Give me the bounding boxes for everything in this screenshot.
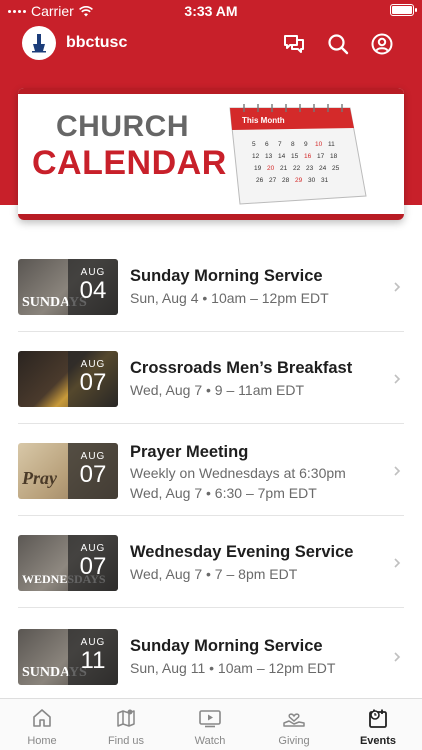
event-time: Wed, Aug 7 • 6:30 – 7pm EDT — [130, 485, 317, 501]
svg-text:25: 25 — [332, 165, 340, 172]
svg-text:7: 7 — [278, 141, 282, 148]
svg-text:30: 30 — [308, 177, 316, 184]
event-title: Sunday Morning Service — [130, 637, 323, 655]
event-title: Crossroads Men’s Breakfast — [130, 359, 353, 377]
event-date-badge: AUG 07 — [68, 535, 118, 591]
church-calendar-banner[interactable]: CHURCH CALENDAR This Month 5 6 7 8 9 10 11 12 1… — [18, 88, 404, 220]
giving-icon — [283, 713, 305, 727]
svg-text:5: 5 — [252, 141, 256, 148]
event-title: Sunday Morning Service — [130, 267, 323, 285]
calendar-icon — [369, 709, 387, 728]
svg-text:6: 6 — [265, 141, 269, 148]
tab-label: Home — [27, 735, 57, 747]
svg-text:15: 15 — [291, 153, 299, 160]
banner-title-line1: CHURCH — [56, 110, 189, 143]
svg-text:12: 12 — [252, 153, 260, 160]
svg-text:24: 24 — [319, 165, 327, 172]
banner-bottom-stripe — [18, 214, 404, 220]
church-logo-icon — [32, 34, 46, 53]
event-time: Sun, Aug 11 • 10am – 12pm EDT — [130, 660, 336, 676]
svg-text:18: 18 — [330, 153, 338, 160]
event-thumbnail: SUNDAYS AUG 04 — [18, 259, 118, 315]
search-icon[interactable] — [326, 32, 350, 56]
event-row[interactable]: AUG 07 Crossroads Men’s Breakfast Wed, A… — [18, 332, 404, 424]
event-thumbnail: SUNDAYS AUG 11 — [18, 629, 118, 685]
svg-text:26: 26 — [256, 177, 264, 184]
svg-text:10: 10 — [315, 141, 323, 148]
tab-home[interactable]: Home — [0, 699, 84, 750]
event-date-badge: AUG 11 — [68, 629, 118, 685]
calendar-header-text: This Month — [242, 116, 285, 125]
event-time: Sun, Aug 4 • 10am – 12pm EDT — [130, 290, 329, 306]
svg-text:29: 29 — [295, 177, 303, 184]
event-day: 07 — [79, 369, 107, 396]
svg-text:23: 23 — [306, 165, 314, 172]
svg-text:28: 28 — [282, 177, 290, 184]
event-row[interactable]: SUNDAYS AUG 11 Sunday Morning Service Su… — [18, 608, 404, 700]
event-row[interactable]: WEDNESDAYS AUG 07 Wednesday Evening Serv… — [18, 516, 404, 608]
svg-text:22: 22 — [293, 165, 301, 172]
event-thumbnail: AUG 07 — [18, 351, 118, 407]
event-date-badge: AUG 07 — [68, 351, 118, 407]
tab-find-us[interactable]: Find us — [84, 699, 168, 750]
svg-text:13: 13 — [265, 153, 273, 160]
event-time: Wed, Aug 7 • 9 – 11am EDT — [130, 382, 305, 398]
banner-title-line2: CALENDAR — [32, 144, 227, 182]
svg-text:21: 21 — [280, 165, 288, 172]
event-time: Wed, Aug 7 • 7 – 8pm EDT — [130, 566, 298, 582]
map-icon — [117, 709, 135, 727]
event-day: 07 — [79, 461, 107, 488]
event-title: Wednesday Evening Service — [130, 543, 354, 561]
svg-text:9: 9 — [304, 141, 308, 148]
svg-text:17: 17 — [317, 153, 325, 160]
svg-text:11: 11 — [328, 141, 335, 148]
status-time: 3:33 AM — [184, 3, 238, 19]
event-row[interactable]: Pray AUG 07 Prayer Meeting Weekly on Wed… — [18, 424, 404, 516]
event-thumbnail: Pray AUG 07 — [18, 443, 118, 499]
tab-label: Giving — [278, 735, 310, 747]
church-logo[interactable] — [22, 26, 56, 60]
bottom-tab-bar: Home Find us Watch Giving Events — [0, 698, 422, 750]
svg-text:8: 8 — [291, 141, 295, 148]
tab-watch[interactable]: Watch — [168, 699, 252, 750]
event-date-badge: AUG 04 — [68, 259, 118, 315]
desk-calendar-icon: This Month 5 6 7 8 9 10 11 12 13 14 15 16 17 18 19 20… — [229, 104, 367, 205]
app-bar: bbctusc — [0, 26, 422, 62]
tab-giving[interactable]: Giving — [252, 699, 336, 750]
chevron-right-icon — [394, 558, 401, 568]
event-day: 04 — [79, 277, 107, 304]
home-icon — [33, 709, 51, 727]
play-icon — [199, 710, 221, 728]
chevron-right-icon — [394, 374, 401, 384]
event-recurrence: Weekly on Wednesdays at 6:30pm — [130, 465, 346, 481]
svg-text:31: 31 — [321, 177, 329, 184]
chat-icon[interactable] — [282, 32, 306, 56]
chevron-right-icon — [394, 652, 401, 662]
profile-icon[interactable] — [370, 32, 394, 56]
battery-icon — [390, 4, 417, 16]
banner-top-stripe — [18, 88, 404, 94]
tab-events[interactable]: Events — [336, 699, 420, 750]
svg-text:27: 27 — [269, 177, 277, 184]
status-bar: Carrier 3:33 AM — [0, 0, 422, 22]
event-day: 11 — [80, 647, 106, 674]
app-name: bbctusc — [66, 34, 128, 51]
svg-text:20: 20 — [267, 165, 275, 172]
tab-label: Events — [359, 735, 397, 747]
tab-label: Watch — [194, 735, 226, 747]
svg-text:16: 16 — [304, 153, 312, 160]
svg-text:14: 14 — [278, 153, 286, 160]
chevron-right-icon — [394, 466, 401, 476]
svg-text:19: 19 — [254, 165, 262, 172]
event-day: 07 — [79, 553, 107, 580]
event-thumbnail: WEDNESDAYS AUG 07 — [18, 535, 118, 591]
thumbnail-caption: Pray — [22, 468, 57, 488]
event-row[interactable]: SUNDAYS AUG 04 Sunday Morning Service Su… — [18, 240, 404, 332]
tab-label: Find us — [107, 735, 145, 747]
event-title: Prayer Meeting — [130, 443, 249, 461]
chevron-right-icon — [394, 282, 401, 292]
event-date-badge: AUG 07 — [68, 443, 118, 499]
